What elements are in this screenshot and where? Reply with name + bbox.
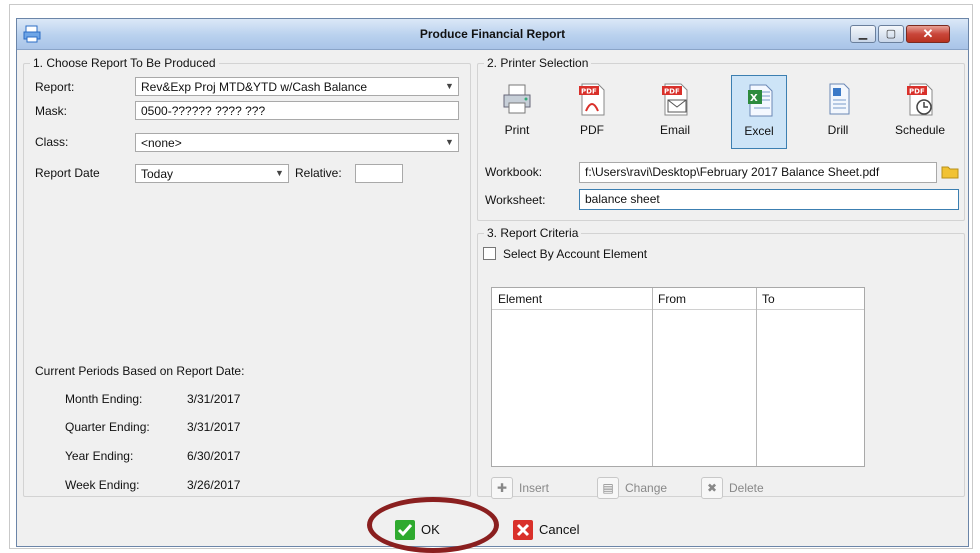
maximize-button[interactable]: ▢ bbox=[878, 25, 904, 43]
periods-heading: Current Periods Based on Report Date: bbox=[35, 364, 245, 378]
choose-report-legend: 1. Choose Report To Be Produced bbox=[30, 56, 219, 70]
mask-input-value: 0500-?????? ???? ??? bbox=[141, 104, 266, 118]
worksheet-label: Worksheet: bbox=[485, 193, 546, 207]
relative-input[interactable] bbox=[355, 164, 403, 183]
column-divider bbox=[756, 288, 757, 466]
drill-button[interactable]: Drill bbox=[810, 75, 866, 149]
email-button[interactable]: PDF Email bbox=[647, 75, 703, 149]
produce-financial-report-dialog: Produce Financial Report ▁ ▢ ✕ 1. Choose… bbox=[16, 18, 969, 553]
year-ending-label: Year Ending: bbox=[65, 449, 134, 463]
svg-text:PDF: PDF bbox=[909, 88, 925, 96]
select-by-account-element-label: Select By Account Element bbox=[503, 247, 648, 261]
document-icon bbox=[829, 83, 850, 115]
mask-input[interactable]: 0500-?????? ???? ??? bbox=[135, 101, 459, 120]
class-dropdown-value: <none> bbox=[141, 136, 182, 150]
column-header-from[interactable]: From bbox=[652, 288, 756, 310]
worksheet-input-value: balance sheet bbox=[585, 192, 660, 206]
workbook-label: Workbook: bbox=[485, 165, 543, 179]
schedule-pdf-icon: PDF bbox=[907, 83, 933, 116]
close-icon: ✕ bbox=[922, 26, 934, 41]
title-bar[interactable]: Produce Financial Report ▁ ▢ ✕ bbox=[17, 19, 968, 50]
week-ending-label: Week Ending: bbox=[65, 478, 140, 492]
pdf-label: PDF bbox=[580, 123, 604, 137]
report-criteria-legend: 3. Report Criteria bbox=[484, 226, 582, 240]
class-dropdown[interactable]: <none> ▼ bbox=[135, 133, 459, 152]
printer-selection-legend: 2. Printer Selection bbox=[484, 56, 592, 70]
schedule-button[interactable]: PDF Schedule bbox=[892, 75, 948, 149]
excel-label: Excel bbox=[744, 124, 774, 138]
svg-text:PDF: PDF bbox=[581, 88, 597, 96]
minimize-button[interactable]: ▁ bbox=[850, 25, 876, 43]
change-label: Change bbox=[625, 481, 668, 495]
insert-label: Insert bbox=[519, 481, 550, 495]
excel-button[interactable]: X Excel bbox=[731, 75, 787, 149]
report-date-label: Report Date bbox=[35, 166, 100, 180]
schedule-label: Schedule bbox=[894, 123, 946, 137]
pdf-icon: PDF bbox=[579, 83, 605, 116]
week-ending-value: 3/26/2017 bbox=[187, 478, 241, 492]
edit-icon: ▤ bbox=[597, 477, 619, 499]
pdf-button[interactable]: PDF PDF bbox=[564, 75, 620, 149]
cancel-label: Cancel bbox=[539, 522, 580, 537]
column-header-element[interactable]: Element bbox=[492, 288, 652, 310]
delete-label: Delete bbox=[729, 481, 764, 495]
minimize-icon: ▁ bbox=[858, 28, 868, 40]
email-label: Email bbox=[659, 123, 690, 137]
report-dropdown-value: Rev&Exp Proj MTD&YTD w/Cash Balance bbox=[141, 80, 368, 94]
folder-icon[interactable] bbox=[941, 164, 959, 180]
svg-text:PDF: PDF bbox=[664, 88, 680, 96]
email-pdf-icon: PDF bbox=[662, 83, 688, 116]
plus-icon: ✚ bbox=[491, 477, 513, 499]
maximize-icon: ▢ bbox=[885, 28, 897, 40]
mask-label: Mask: bbox=[35, 104, 68, 118]
criteria-table[interactable]: Element From To bbox=[491, 287, 865, 467]
chevron-down-icon[interactable]: ▼ bbox=[442, 79, 457, 94]
printer-icon bbox=[503, 84, 531, 114]
svg-text:X: X bbox=[750, 93, 758, 104]
quarter-ending-label: Quarter Ending: bbox=[65, 420, 150, 434]
month-ending-label: Month Ending: bbox=[65, 392, 143, 406]
print-label: Print bbox=[504, 123, 530, 137]
cancel-icon bbox=[513, 520, 533, 540]
report-date-dropdown[interactable]: Today ▼ bbox=[135, 164, 289, 183]
year-ending-value: 6/30/2017 bbox=[187, 449, 241, 463]
print-button[interactable]: Print bbox=[489, 75, 545, 149]
month-ending-value: 3/31/2017 bbox=[187, 392, 241, 406]
report-date-value: Today bbox=[141, 167, 174, 181]
close-button[interactable]: ✕ bbox=[906, 25, 950, 43]
cancel-button[interactable]: Cancel bbox=[513, 517, 603, 543]
excel-icon: X bbox=[748, 84, 773, 117]
report-dropdown[interactable]: Rev&Exp Proj MTD&YTD w/Cash Balance ▼ bbox=[135, 77, 459, 96]
workbook-input[interactable]: f:\Users\ravi\Desktop\February 2017 Bala… bbox=[579, 162, 937, 183]
ok-button[interactable]: OK bbox=[395, 517, 465, 543]
report-label: Report: bbox=[35, 80, 75, 94]
worksheet-input[interactable]: balance sheet bbox=[579, 189, 959, 210]
window-title: Produce Financial Report bbox=[419, 27, 566, 41]
workbook-input-value: f:\Users\ravi\Desktop\February 2017 Bala… bbox=[585, 165, 880, 179]
drill-label: Drill bbox=[827, 123, 849, 137]
relative-label: Relative: bbox=[295, 166, 342, 180]
ok-label: OK bbox=[421, 522, 440, 537]
checkmark-icon bbox=[395, 520, 415, 540]
class-label: Class: bbox=[35, 135, 69, 149]
select-by-account-element-checkbox[interactable] bbox=[483, 247, 496, 260]
quarter-ending-value: 3/31/2017 bbox=[187, 420, 241, 434]
column-divider bbox=[652, 288, 653, 466]
delete-icon: ✖ bbox=[701, 477, 723, 499]
chevron-down-icon[interactable]: ▼ bbox=[272, 166, 287, 181]
column-header-to[interactable]: To bbox=[756, 288, 864, 310]
chevron-down-icon[interactable]: ▼ bbox=[442, 135, 457, 150]
